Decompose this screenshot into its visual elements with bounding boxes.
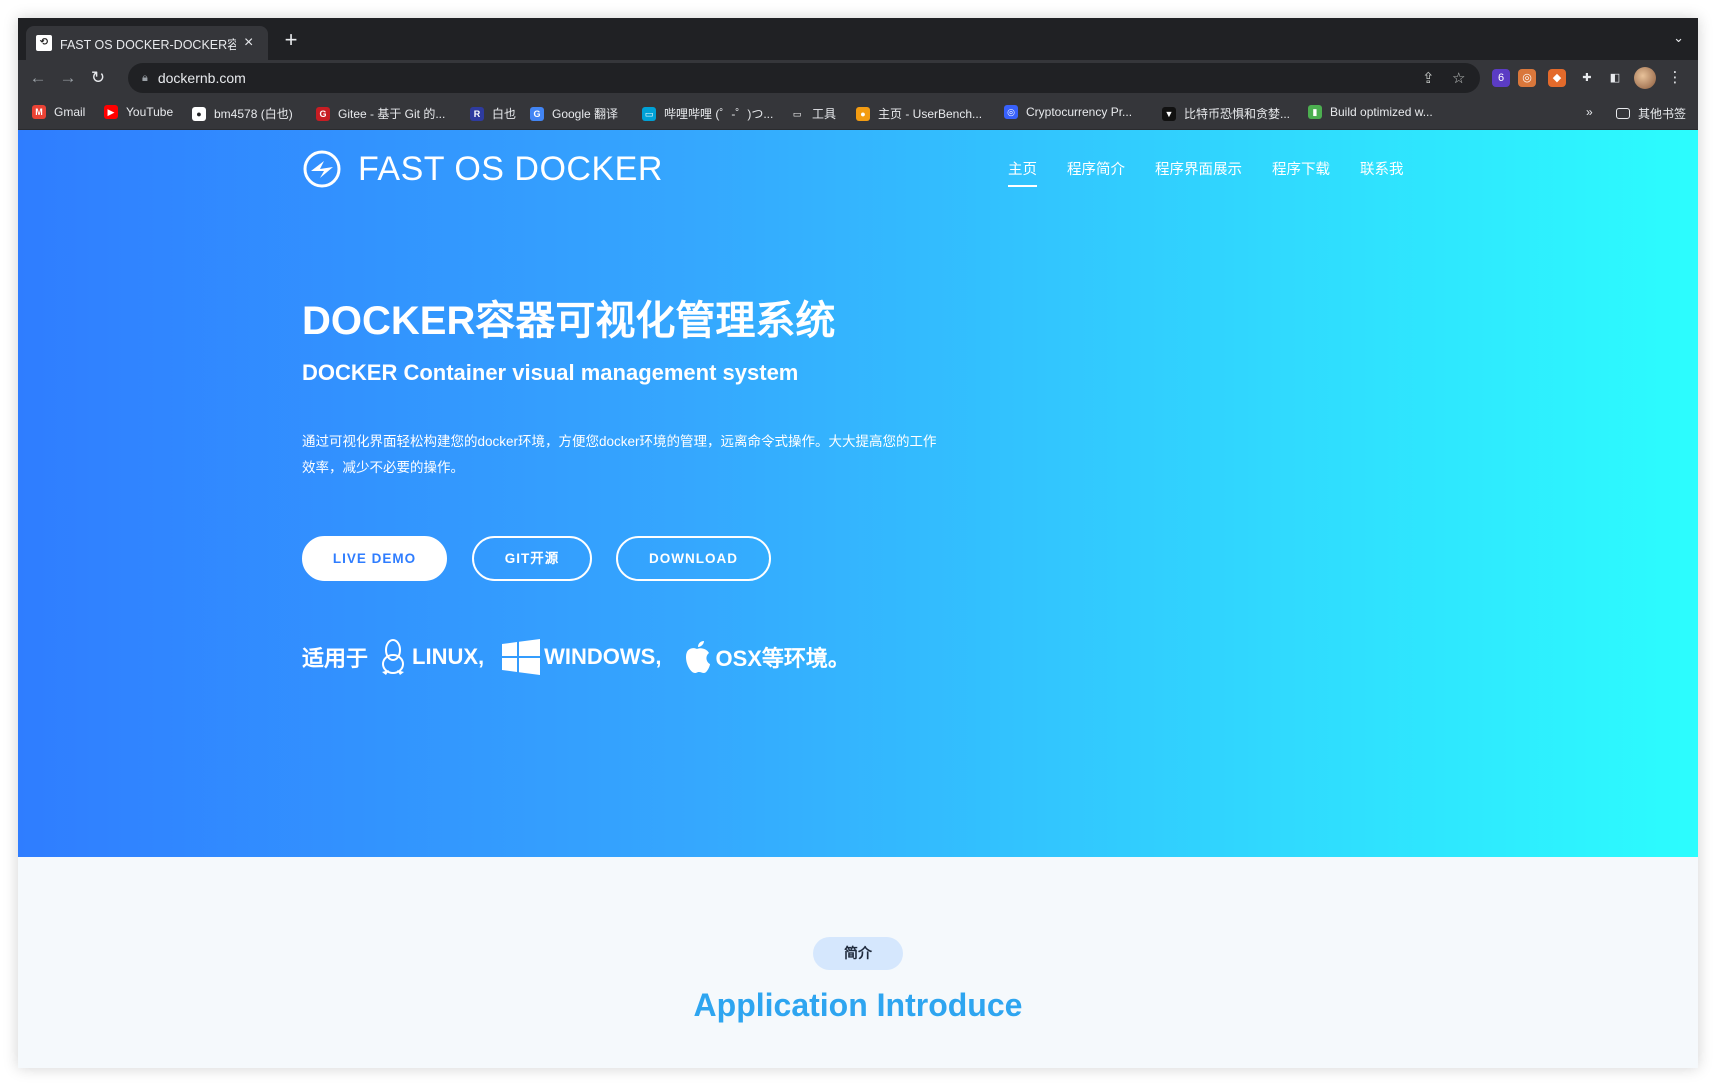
bookmark-item[interactable]: ◎ Cryptocurrency Pr... (1004, 105, 1132, 119)
apple-icon (686, 641, 711, 673)
r-icon: R (470, 106, 484, 121)
hero-subtitle: DOCKER Container visual management syste… (302, 360, 799, 385)
alternative-icon: ▼ (1162, 106, 1176, 121)
bookmark-item[interactable]: ▭ 哔哩哔哩 (゜-゜)つ... (642, 105, 773, 122)
bookmark-label: Gitee - 基于 Git 的... (338, 107, 446, 121)
bookmarks-bar: » 其他书签 M Gmail ▶ YouTube ● bm4578 (白也) G Gitee … (18, 96, 1698, 130)
bookmark-label: Gmail (54, 105, 86, 119)
build-icon: ▮ (1308, 105, 1322, 119)
bookmark-item[interactable]: ▶ YouTube (104, 105, 173, 119)
docker-logo-icon (303, 150, 341, 188)
bookmark-label: Build optimized w... (1330, 105, 1433, 119)
git-open-source-button[interactable]: GIT开源 (472, 536, 592, 581)
bookmark-label: 哔哩哔哩 (゜-゜)つ... (664, 107, 774, 121)
nav-contact[interactable]: 联系我 (1360, 158, 1404, 187)
os-osx: OSX等环境。 (715, 646, 850, 671)
url-text: dockernb.com (157, 70, 246, 86)
back-button[interactable]: ← (24, 64, 52, 92)
tab-title: FAST OS DOCKER-DOCKER容器 (60, 37, 236, 52)
bookmark-item[interactable]: ▮ Build optimized w... (1308, 105, 1433, 119)
bookmark-label: Cryptocurrency Pr... (1026, 105, 1133, 119)
bookmark-label: 主页 - UserBench... (878, 107, 983, 121)
lock-icon: 🔒︎ (142, 71, 148, 84)
share-icon[interactable]: ⇪ (1422, 69, 1435, 87)
bookmark-label: 比特币恐惧和贪婪... (1184, 107, 1291, 121)
site-logo[interactable]: FAST OS DOCKER (302, 149, 663, 189)
extension-badge-icon[interactable]: 6 (1492, 69, 1510, 87)
bookmark-item[interactable]: ● 主页 - UserBench... (856, 105, 982, 122)
live-demo-button[interactable]: LIVE DEMO (302, 536, 447, 581)
bookmark-item[interactable]: ▼ 比特币恐惧和贪婪... (1162, 105, 1290, 122)
menu-dots-icon[interactable]: ⋮ (1666, 69, 1684, 87)
forward-button[interactable]: → (54, 64, 82, 92)
bookmark-item[interactable]: ● bm4578 (白也) (192, 105, 293, 122)
profile-avatar[interactable] (1634, 67, 1656, 89)
browser-window: ⟲ FAST OS DOCKER-DOCKER容器 × + ⌄ ← → ↻ 🔒︎… (18, 18, 1698, 1068)
gitee-icon: G (316, 106, 330, 121)
folder-icon (1616, 108, 1630, 119)
reload-button[interactable]: ↻ (84, 64, 112, 92)
os-linux: LINUX, (412, 644, 485, 669)
nav-screenshots[interactable]: 程序界面展示 (1155, 158, 1242, 187)
extensions-puzzle-icon[interactable]: ✚ (1578, 69, 1596, 87)
bookmark-label: Google 翻译 (552, 107, 619, 121)
bookmark-label: YouTube (126, 105, 174, 119)
bookmarks-overflow-button[interactable]: » (1586, 105, 1593, 119)
main-nav: 主页 程序简介 程序界面展示 程序下载 联系我 (1008, 158, 1434, 187)
youtube-icon: ▶ (104, 105, 118, 119)
bookmark-item[interactable]: G Google 翻译 (530, 105, 618, 122)
bookmark-label: 工具 (812, 107, 837, 121)
tab-strip: ⟲ FAST OS DOCKER-DOCKER容器 × + ⌄ (18, 18, 1698, 60)
browser-toolbar: ← → ↻ 🔒︎ dockernb.com ⇪ ☆ 6 ◎ ◆ ✚ ◧ ⋮ (18, 60, 1698, 96)
new-tab-button[interactable]: + (278, 28, 304, 54)
download-button[interactable]: DOWNLOAD (616, 536, 771, 581)
bookmark-item[interactable]: M Gmail (32, 105, 85, 119)
nav-download[interactable]: 程序下载 (1272, 158, 1330, 187)
bookmark-label: 白也 (492, 107, 517, 121)
bookmark-label: bm4578 (白也) (214, 107, 293, 121)
logo-text: FAST OS DOCKER (358, 149, 663, 188)
cookie-extension-icon[interactable]: ◎ (1518, 69, 1536, 87)
intro-section: 简介 Application Introduce (18, 857, 1698, 1068)
intro-title: Application Introduce (693, 987, 1023, 1023)
browser-tab[interactable]: ⟲ FAST OS DOCKER-DOCKER容器 × (26, 26, 268, 60)
folder-icon: ▭ (790, 106, 804, 121)
bilibili-icon: ▭ (642, 106, 656, 121)
os-windows: WINDOWS, (544, 644, 662, 669)
hero-title: DOCKER容器可视化管理系统 (302, 299, 836, 343)
address-bar[interactable]: 🔒︎ dockernb.com ⇪ ☆ (128, 63, 1480, 93)
bookmark-item[interactable]: ▭ 工具 (790, 105, 836, 122)
fox-extension-icon[interactable]: ◆ (1548, 69, 1566, 87)
bookmark-item[interactable]: R 白也 (470, 105, 516, 122)
userbenchmark-icon: ● (856, 106, 870, 121)
windows-icon (502, 639, 541, 675)
site-favicon-icon: ⟲ (36, 35, 52, 51)
gmail-icon: M (32, 105, 46, 119)
nav-home[interactable]: 主页 (1008, 158, 1037, 187)
tab-search-icon[interactable]: ⌄ (1673, 30, 1684, 46)
os-prefix: 适用于 (302, 646, 369, 671)
supported-os-line: 适用于 LINUX, WINDOWS, OSX等环境。 (302, 638, 850, 676)
intro-badge: 简介 (813, 937, 903, 970)
coinmarketcap-icon: ◎ (1004, 105, 1018, 119)
hero-description: 通过可视化界面轻松构建您的docker环境，方便您docker环境的管理，远离命… (302, 434, 937, 475)
nav-intro[interactable]: 程序简介 (1067, 158, 1125, 187)
side-panel-icon[interactable]: ◧ (1606, 69, 1624, 87)
bookmark-item[interactable]: G Gitee - 基于 Git 的... (316, 105, 445, 122)
linux-tux-icon (382, 639, 405, 675)
hero-section: FAST OS DOCKER 主页 程序简介 程序界面展示 程序下载 联系我 D… (18, 130, 1698, 857)
github-icon: ● (192, 106, 206, 121)
close-tab-icon[interactable]: × (244, 35, 253, 51)
google-translate-icon: G (530, 106, 544, 121)
bookmark-star-icon[interactable]: ☆ (1452, 69, 1465, 87)
other-bookmarks-folder[interactable]: 其他书签 (1616, 105, 1686, 122)
